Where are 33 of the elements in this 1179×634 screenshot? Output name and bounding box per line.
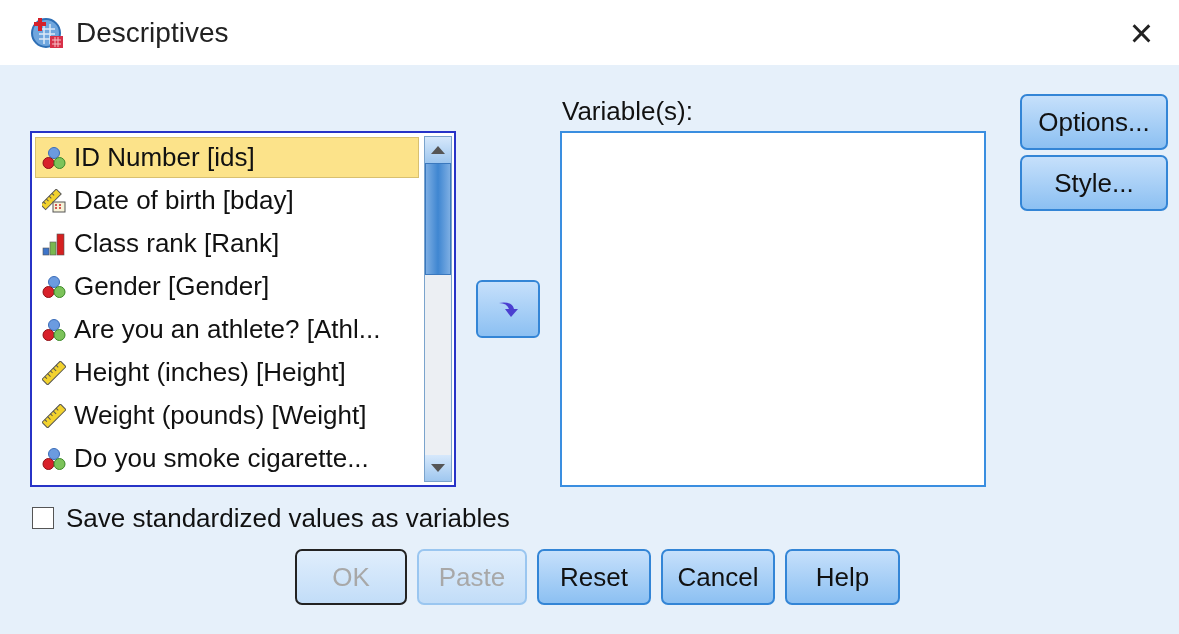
scrollbar[interactable] — [424, 136, 452, 482]
app-icon — [30, 15, 64, 50]
scroll-up-button[interactable] — [425, 137, 451, 163]
variable-item[interactable]: Do you smoke cigarette... — [35, 438, 419, 479]
scroll-down-button[interactable] — [425, 455, 451, 481]
variable-item[interactable]: Are you an athlete? [Athl... — [35, 309, 419, 350]
move-button[interactable] — [476, 280, 540, 338]
checkbox-label: Save standardized values as variables — [66, 502, 510, 534]
variable-item[interactable]: Class rank [Rank] — [35, 223, 419, 264]
window-title: Descriptives — [76, 16, 230, 49]
up-arrow-icon — [431, 146, 445, 154]
circles-icon — [42, 446, 66, 471]
variable-item[interactable]: Height (inches) [Height] — [35, 352, 419, 393]
close-button[interactable]: × — [1123, 12, 1159, 53]
cancel-button[interactable]: Cancel — [661, 549, 775, 605]
options-button[interactable]: Options... — [1020, 94, 1168, 150]
style-button[interactable]: Style... — [1020, 155, 1168, 211]
bar-chart-icon — [42, 231, 66, 256]
reset-button[interactable]: Reset — [537, 549, 651, 605]
help-button[interactable]: Help — [785, 549, 900, 605]
circles-icon — [42, 145, 66, 170]
variable-item[interactable]: Weight (pounds) [Weight] — [35, 395, 419, 436]
down-arrow-icon — [431, 464, 445, 472]
variable-item[interactable]: ID Number [ids] — [35, 137, 419, 178]
selected-variables-list[interactable] — [560, 131, 986, 487]
ruler-calendar-icon — [42, 188, 66, 213]
variable-item[interactable]: Gender [Gender] — [35, 266, 419, 307]
circles-icon — [42, 274, 66, 299]
variable-item[interactable]: Date of birth [bday] — [35, 180, 419, 221]
checkbox[interactable] — [32, 507, 54, 529]
scroll-thumb[interactable] — [425, 163, 451, 275]
variables-label: Variable(s): — [561, 96, 694, 128]
circles-icon — [42, 317, 66, 342]
